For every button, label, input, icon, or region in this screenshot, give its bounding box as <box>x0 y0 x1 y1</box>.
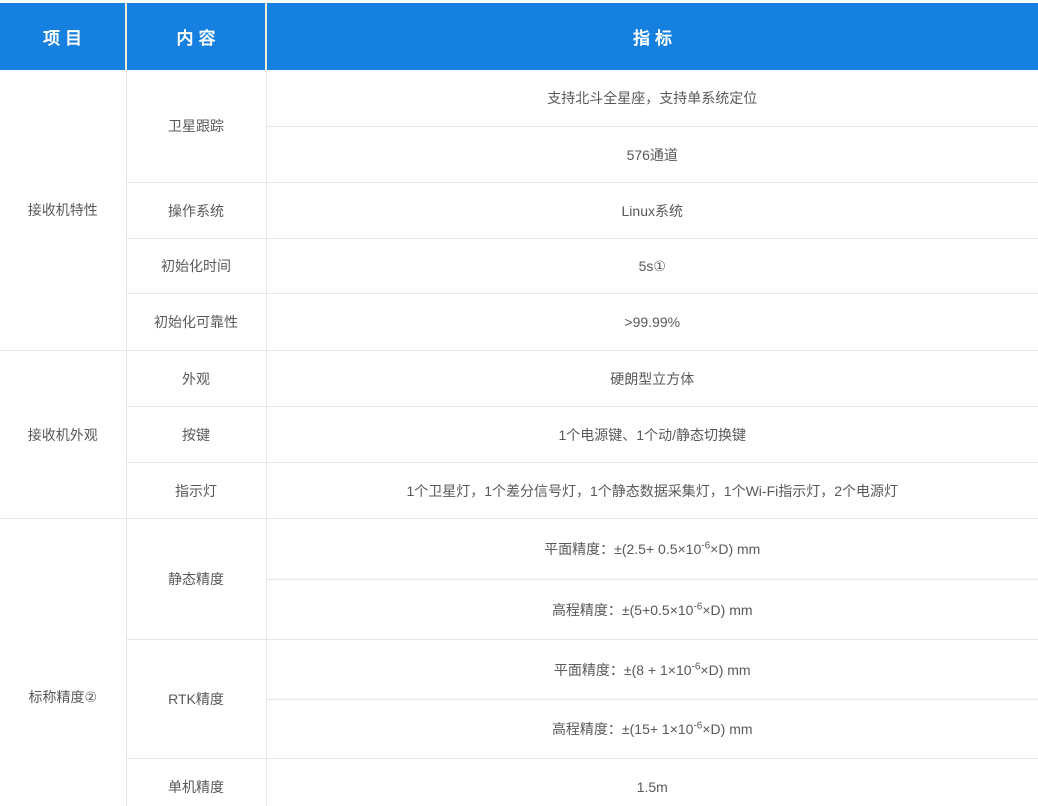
value-static-accuracy-elevation: 高程精度：±(5+0.5×10-6×D) mm <box>266 580 1038 640</box>
row-label-standalone-accuracy: 单机精度 <box>126 759 266 806</box>
formula-post: ×D) mm <box>702 721 752 737</box>
table-row: 初始化可靠性 >99.99% <box>0 294 1038 351</box>
value-satellite-tracking-2: 576通道 <box>266 127 1038 183</box>
value-satellite-tracking-1: 支持北斗全星座，支持单系统定位 <box>266 70 1038 127</box>
header-indicator: 指标 <box>266 3 1038 70</box>
formula-post: ×D) mm <box>702 602 752 618</box>
table-row: 接收机特性 卫星跟踪 支持北斗全星座，支持单系统定位 <box>0 70 1038 127</box>
formula-pre: 高程精度：±(15+ 1×10 <box>552 721 694 737</box>
value-static-accuracy-plane: 平面精度：±(2.5+ 0.5×10-6×D) mm <box>266 519 1038 580</box>
table-row: 操作系统 Linux系统 <box>0 183 1038 239</box>
section-label-nominal-accuracy: 标称精度② <box>0 519 126 806</box>
row-label-appearance: 外观 <box>126 351 266 407</box>
table-row: 初始化时间 5s① <box>0 239 1038 294</box>
row-label-operating-system: 操作系统 <box>126 183 266 239</box>
row-label-indicator-lights: 指示灯 <box>126 463 266 519</box>
value-init-reliability: >99.99% <box>266 294 1038 351</box>
value-indicator-lights: 1个卫星灯，1个差分信号灯，1个静态数据采集灯，1个Wi-Fi指示灯，2个电源灯 <box>266 463 1038 519</box>
header-content: 内容 <box>126 3 266 70</box>
table-row: 单机精度 1.5m <box>0 759 1038 806</box>
formula-post: ×D) mm <box>710 541 760 557</box>
value-buttons: 1个电源键、1个动/静态切换键 <box>266 407 1038 463</box>
section-label-receiver-appearance: 接收机外观 <box>0 351 126 519</box>
formula-post: ×D) mm <box>700 662 750 678</box>
header-row: 项目 内容 指标 <box>0 3 1038 70</box>
formula-pre: 平面精度：±(2.5+ 0.5×10 <box>544 541 701 557</box>
value-rtk-accuracy-plane: 平面精度：±(8 + 1×10-6×D) mm <box>266 640 1038 700</box>
row-label-init-time: 初始化时间 <box>126 239 266 294</box>
section-label-receiver-features: 接收机特性 <box>0 70 126 351</box>
table-row: 按键 1个电源键、1个动/静态切换键 <box>0 407 1038 463</box>
header-item: 项目 <box>0 3 126 70</box>
row-label-init-reliability: 初始化可靠性 <box>126 294 266 351</box>
formula-pre: 高程精度：±(5+0.5×10 <box>552 602 694 618</box>
table-row: RTK精度 平面精度：±(8 + 1×10-6×D) mm <box>0 640 1038 700</box>
table-row: 标称精度② 静态精度 平面精度：±(2.5+ 0.5×10-6×D) mm <box>0 519 1038 580</box>
value-operating-system: Linux系统 <box>266 183 1038 239</box>
value-rtk-accuracy-elevation: 高程精度：±(15+ 1×10-6×D) mm <box>266 700 1038 759</box>
value-init-time: 5s① <box>266 239 1038 294</box>
value-standalone-accuracy: 1.5m <box>266 759 1038 806</box>
row-label-buttons: 按键 <box>126 407 266 463</box>
table-row: 接收机外观 外观 硬朗型立方体 <box>0 351 1038 407</box>
table-row: 指示灯 1个卫星灯，1个差分信号灯，1个静态数据采集灯，1个Wi-Fi指示灯，2… <box>0 463 1038 519</box>
value-appearance: 硬朗型立方体 <box>266 351 1038 407</box>
spec-table: 项目 内容 指标 接收机特性 卫星跟踪 支持北斗全星座，支持单系统定位 576通… <box>0 3 1038 806</box>
formula-superscript: -6 <box>701 540 710 551</box>
spec-table-viewport: 项目 内容 指标 接收机特性 卫星跟踪 支持北斗全星座，支持单系统定位 576通… <box>0 0 1038 806</box>
formula-pre: 平面精度：±(8 + 1×10 <box>554 662 692 678</box>
row-label-satellite-tracking: 卫星跟踪 <box>126 70 266 183</box>
row-label-rtk-accuracy: RTK精度 <box>126 640 266 759</box>
row-label-static-accuracy: 静态精度 <box>126 519 266 640</box>
